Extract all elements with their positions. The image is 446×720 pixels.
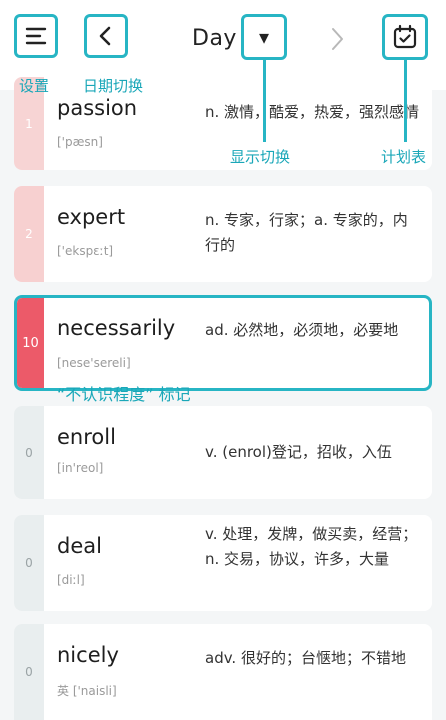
word-card[interactable]: 0 enroll [in'reol] v. (enrol)登记，招收，入伍 [14,406,432,499]
word-text: enroll [57,425,116,449]
definition-text: n. 激情，酷爱，热爱，强烈感情 [205,103,420,121]
word-text: passion [57,96,138,120]
phonetic-text: 英 ['naisli] [57,684,117,698]
next-day-icon[interactable] [328,26,348,52]
word-text: expert [57,205,126,229]
unfamiliar-count: 0 [14,624,44,720]
word-text: necessarily [57,316,176,340]
phonetic-text: ['pæsn] [57,135,103,149]
annotation-date-switch: 日期切换 [83,77,144,95]
word-card[interactable]: 0 deal [diːl] v. 处理，发牌，做买卖，经营；n. 交易，协议，许… [14,515,432,611]
definition-text: n. 专家，行家；a. 专家的，内行的 [205,211,408,254]
caret-down-icon: ▾ [258,25,270,49]
word-text: deal [57,534,102,558]
unfamiliar-count: 0 [14,515,44,611]
menu-button[interactable] [14,14,58,58]
definition-text: v. 处理，发牌，做买卖，经营；n. 交易，协议，许多，大量 [205,525,418,568]
display-toggle-button[interactable]: ▾ [241,14,287,60]
plan-button[interactable] [382,14,428,60]
annotation-pointer [263,60,266,142]
definition-text: adv. 很好的；台惬地；不错地 [205,649,406,667]
back-icon [99,26,111,46]
annotation-pointer [404,60,407,142]
phonetic-text: [in'reol] [57,461,104,475]
annotation-settings: 设置 [19,77,50,95]
unfamiliar-count: 0 [14,406,44,499]
definition-text: ad. 必然地，必须地，必要地 [205,321,399,339]
back-button[interactable] [84,14,128,58]
menu-icon [25,27,47,45]
phonetic-text: [nese'sereli] [57,356,131,370]
calendar-icon [393,24,417,49]
word-text: nicely [57,643,119,667]
annotation-unfamiliar-mark: “不认识程度” 标记 [57,385,191,404]
annotation-display-switch: 显示切换 [230,148,291,166]
annotation-plan: 计划表 [381,148,427,166]
definition-text: v. (enrol)登记，招收，入伍 [205,443,392,461]
phonetic-text: [diːl] [57,573,85,587]
phonetic-text: ['ekspɛːt] [57,244,114,258]
unfamiliar-count: 2 [14,186,44,282]
word-card-highlighted[interactable]: 10 necessarily [nese'sereli] ad. 必然地，必须地… [14,295,432,391]
unfamiliar-count: 10 [17,298,44,388]
word-card[interactable]: 0 nicely 英 ['naisli] adv. 很好的；台惬地；不错地 [14,624,432,720]
word-card[interactable]: 2 expert ['ekspɛːt] n. 专家，行家；a. 专家的，内行的 [14,186,432,282]
word-card[interactable]: 1 passion ['pæsn] n. 激情，酷爱，热爱，强烈感情 [14,77,432,170]
